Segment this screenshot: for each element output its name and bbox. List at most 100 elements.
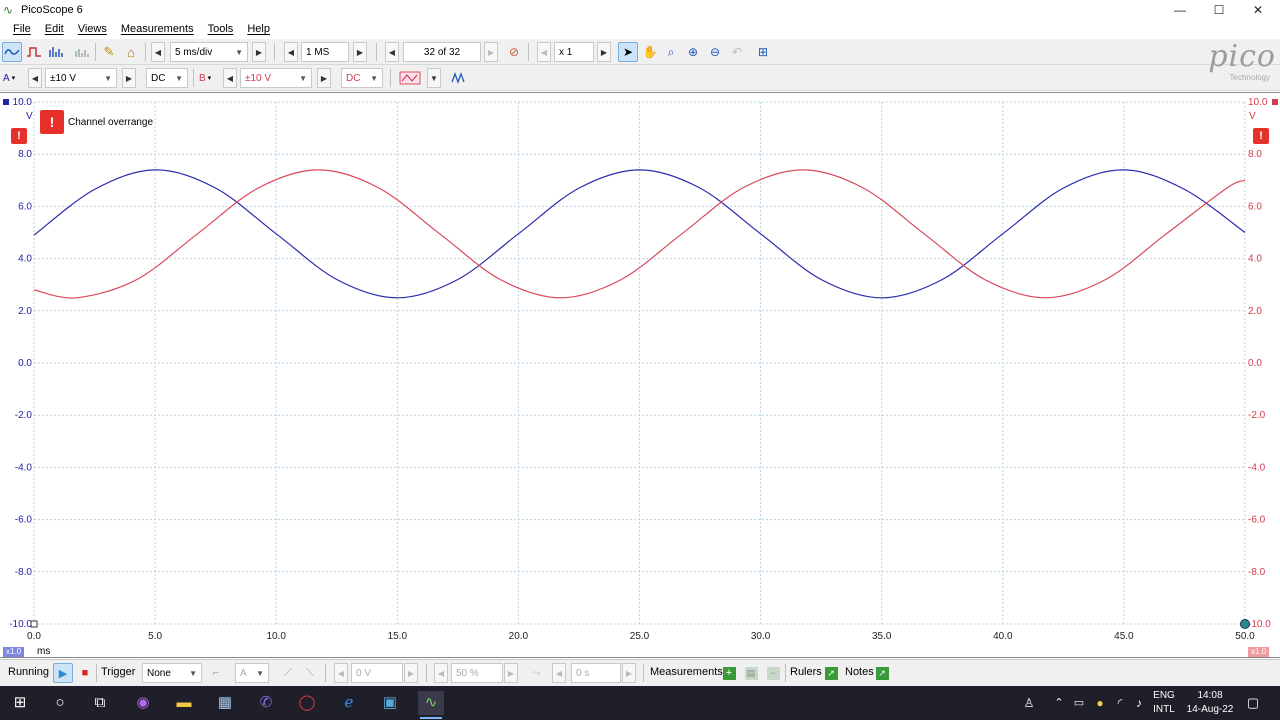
channel-b-axis-marker[interactable]: [1272, 99, 1278, 105]
falling-edge-icon[interactable]: ⟍: [300, 663, 320, 683]
left-y-tick-label: -2.0: [15, 410, 33, 421]
calculator-icon[interactable]: ▦: [212, 691, 238, 715]
channel-a-range-increase-arrow[interactable]: ▶: [122, 68, 136, 88]
channel-a-overrange-icon[interactable]: !: [11, 128, 27, 144]
viber-icon[interactable]: ✆: [253, 691, 279, 715]
channel-options-dropdown[interactable]: ▼: [427, 68, 441, 88]
channel-a-axis-marker[interactable]: [3, 99, 9, 105]
channel-b-coupling-select[interactable]: DC ▼: [341, 68, 383, 88]
menu-file[interactable]: File: [6, 20, 38, 39]
rulers-icon[interactable]: ↗: [821, 663, 841, 683]
zoom-overview-icon[interactable]: ⊞: [753, 42, 773, 62]
channel-b-scale-badge[interactable]: x1.0: [1248, 647, 1270, 657]
channel-b-range-increase-arrow[interactable]: ▶: [317, 68, 331, 88]
zoom-factor-field[interactable]: x 1: [554, 42, 594, 62]
language-indicator[interactable]: ENG INTL: [1148, 690, 1180, 715]
time-origin-marker[interactable]: [30, 620, 38, 628]
zoom-increase-arrow[interactable]: ▶: [597, 42, 611, 62]
task-view-icon[interactable]: ⧉: [87, 691, 113, 715]
scope-mode-icon[interactable]: [2, 42, 22, 62]
minimize-button[interactable]: —: [1160, 0, 1200, 20]
trigger-mode-select[interactable]: None ▼: [142, 663, 202, 683]
right-y-tick-label: 2.0: [1248, 306, 1262, 317]
home-icon[interactable]: ⌂: [121, 42, 141, 62]
capture-index-value: 32 of 32: [423, 46, 461, 58]
undo-zoom-icon[interactable]: ↶: [727, 42, 747, 62]
menu-views[interactable]: Views: [71, 20, 114, 39]
channel-b-button[interactable]: B ▾: [199, 68, 219, 88]
pre-trigger-field[interactable]: 50 %: [451, 663, 503, 683]
math-channel-icon[interactable]: [449, 68, 469, 88]
probe-wand-icon[interactable]: ✎: [99, 42, 119, 62]
delay-decrease-arrow[interactable]: ◀: [552, 663, 566, 683]
search-icon[interactable]: ○: [47, 691, 73, 715]
buffer-navigator-icon[interactable]: ⊘: [504, 42, 524, 62]
pre-trigger-decrease-arrow[interactable]: ◀: [434, 663, 448, 683]
channel-b-range-decrease-arrow[interactable]: ◀: [223, 68, 237, 88]
menu-help[interactable]: Help: [240, 20, 277, 39]
chevron-down-icon: ▼: [256, 668, 264, 678]
channel-options-icon[interactable]: [396, 68, 424, 88]
picoscope-taskbar-icon[interactable]: ∿: [418, 691, 444, 719]
rising-edge-icon[interactable]: ⟋: [278, 663, 298, 683]
trigger-level-increase-arrow[interactable]: ▶: [404, 663, 418, 683]
file-explorer-icon[interactable]: ▬: [171, 691, 197, 715]
tor-browser-icon[interactable]: ◉: [130, 691, 156, 715]
advanced-trigger-icon[interactable]: ⌐: [206, 663, 226, 683]
stop-icon[interactable]: ■: [75, 663, 95, 683]
close-button[interactable]: ✕: [1238, 0, 1278, 20]
menu-measurements[interactable]: Measurements: [114, 20, 201, 39]
delay-field[interactable]: 0 s: [571, 663, 621, 683]
people-icon[interactable]: ♙: [1016, 691, 1042, 715]
samples-field[interactable]: 1 MS: [301, 42, 349, 62]
channel-b-range-select[interactable]: ±10 V ▼: [240, 68, 312, 88]
trigger-source-select[interactable]: A ▼: [235, 663, 269, 683]
capture-previous-arrow[interactable]: ◀: [385, 42, 399, 62]
photos-icon[interactable]: ▣: [377, 691, 403, 715]
delay-increase-arrow[interactable]: ▶: [622, 663, 636, 683]
timebase-increase-arrow[interactable]: ▶: [252, 42, 266, 62]
pointer-tool-icon[interactable]: ➤: [618, 42, 638, 62]
samples-increase-arrow[interactable]: ▶: [353, 42, 367, 62]
opera-icon[interactable]: ◯: [294, 691, 320, 715]
channel-a-range-decrease-arrow[interactable]: ◀: [28, 68, 42, 88]
windows-start-icon[interactable]: ⊞: [7, 691, 33, 715]
timebase-select[interactable]: 5 ms/div ▼: [170, 42, 248, 62]
zoom-decrease-arrow[interactable]: ◀: [537, 42, 551, 62]
samples-decrease-arrow[interactable]: ◀: [284, 42, 298, 62]
delete-measurement-icon[interactable]: −: [763, 663, 783, 683]
maximize-button[interactable]: ☐: [1199, 0, 1239, 20]
trigger-level-field[interactable]: 0 V: [351, 663, 403, 683]
zoom-out-icon[interactable]: ⊖: [705, 42, 725, 62]
edge-icon[interactable]: ℯ: [336, 691, 362, 715]
clock[interactable]: 14:08 14-Aug-22: [1182, 690, 1238, 715]
delay-icon[interactable]: ⤳: [526, 663, 546, 683]
x-tick-label: 25.0: [630, 631, 650, 642]
channel-a-button[interactable]: A ▾: [3, 68, 23, 88]
zoom-area-icon[interactable]: ⌕: [661, 42, 681, 62]
add-measurement-icon[interactable]: +: [719, 663, 739, 683]
spectrum-persistence-icon[interactable]: [72, 42, 92, 62]
menu-edit[interactable]: Edit: [38, 20, 71, 39]
zoom-in-icon[interactable]: ⊕: [683, 42, 703, 62]
hand-tool-icon[interactable]: ✋: [640, 42, 660, 62]
notes-icon[interactable]: ↗: [872, 663, 892, 683]
channel-a-coupling-select[interactable]: DC ▼: [146, 68, 188, 88]
timebase-decrease-arrow[interactable]: ◀: [151, 42, 165, 62]
scope-view[interactable]: 0.0 5.0 10.0 15.0 20.0 25.0 30.0 35.0 40.0 45.0 50…: [0, 92, 1280, 658]
pre-trigger-increase-arrow[interactable]: ▶: [504, 663, 518, 683]
capture-index-field[interactable]: 32 of 32: [403, 42, 481, 62]
start-icon[interactable]: ▶: [53, 663, 73, 683]
trigger-marker[interactable]: [1240, 619, 1250, 629]
trigger-level-decrease-arrow[interactable]: ◀: [334, 663, 348, 683]
edit-measurement-icon[interactable]: ▤: [741, 663, 761, 683]
channel-a-range-select[interactable]: ±10 V ▼: [45, 68, 117, 88]
channel-a-scale-badge[interactable]: x1.0: [3, 647, 25, 657]
capture-next-arrow[interactable]: ▶: [484, 42, 498, 62]
persistence-mode-icon[interactable]: [24, 42, 44, 62]
oscilloscope-chart[interactable]: 0.0 5.0 10.0 15.0 20.0 25.0 30.0 35.0 40.0 45.0 50…: [0, 93, 1280, 659]
spectrum-mode-icon[interactable]: [46, 42, 66, 62]
channel-b-overrange-icon[interactable]: !: [1253, 128, 1269, 144]
menu-tools[interactable]: Tools: [201, 20, 241, 39]
notifications-icon[interactable]: ▢: [1240, 691, 1266, 715]
